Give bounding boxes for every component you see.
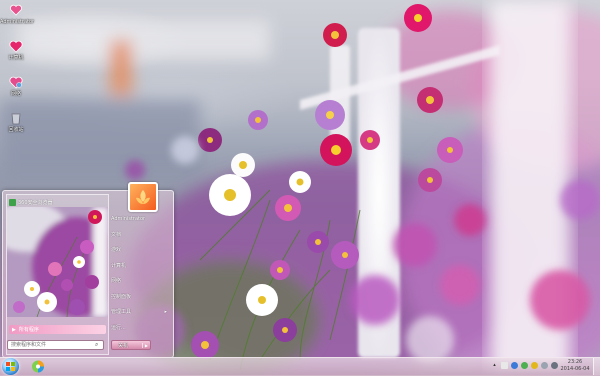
- all-programs-button[interactable]: ▶ 所有程序: [9, 325, 106, 334]
- desktop-icon-label: Administrator: [0, 19, 35, 25]
- shutdown-label: 关机: [118, 342, 129, 349]
- desktop-icon-label: 回收站: [8, 127, 24, 133]
- link-label: 游戏: [111, 247, 122, 254]
- network-icon[interactable]: [541, 362, 548, 369]
- colorful-app-icon: [32, 360, 44, 373]
- link-label: 控制面板: [111, 293, 132, 300]
- link-documents[interactable]: 文档: [111, 227, 169, 243]
- desktop-icon-recycle-bin[interactable]: 回收站: [0, 110, 32, 134]
- taskbar-browser-button[interactable]: [27, 359, 49, 374]
- recycle-bin-icon: [8, 110, 24, 126]
- link-label: 文档: [111, 231, 122, 238]
- link-label: 运行...: [111, 324, 126, 331]
- ime-icon[interactable]: [511, 362, 518, 369]
- start-menu-background-photo: [7, 202, 108, 318]
- desktop-icon-administrator[interactable]: Administrator: [0, 2, 35, 26]
- link-admin-tools[interactable]: 管理工具 ▸: [111, 304, 169, 320]
- desktop-icon-computer[interactable]: 计算机: [0, 38, 32, 62]
- link-computer[interactable]: 计算机: [111, 258, 169, 274]
- start-menu-links: Administrator 文档 游戏 计算机 网络 控制面板 管理工具 ▸ 运行…: [111, 211, 169, 335]
- show-desktop-button[interactable]: [593, 358, 600, 375]
- link-label: 管理工具: [111, 309, 132, 316]
- start-search-box[interactable]: ⌕: [7, 340, 104, 350]
- desktop-icon-label: 网络: [10, 91, 21, 97]
- play-arrow-icon: ▶: [12, 326, 16, 333]
- clock-time: 23:26: [567, 359, 583, 365]
- windows-logo-icon: [6, 362, 15, 371]
- flag-icon[interactable]: [531, 362, 538, 369]
- start-button[interactable]: [2, 358, 19, 375]
- chevron-up-icon[interactable]: ▴: [491, 362, 498, 369]
- link-games[interactable]: 游戏: [111, 242, 169, 258]
- computer-heart-icon: [8, 38, 24, 54]
- link-run[interactable]: 运行...: [111, 320, 169, 336]
- shutdown-options-arrow-icon[interactable]: ▶: [141, 342, 148, 348]
- all-programs-label: 所有程序: [18, 327, 39, 333]
- shutdown-button[interactable]: 关机 ▶: [111, 340, 151, 350]
- shield-icon[interactable]: [521, 362, 528, 369]
- pinned-program-browser[interactable]: 360安全浏览器: [9, 197, 53, 207]
- taskbar: ▴ 23:26 2014-06-04: [0, 357, 600, 376]
- speaker-icon[interactable]: [551, 362, 558, 369]
- start-menu-programs-pane: 360安全浏览器 ▶ 所有程序: [6, 194, 109, 355]
- network-heart-icon: [8, 74, 24, 90]
- folder-heart-icon: [8, 2, 24, 18]
- link-label: 网络: [111, 278, 122, 285]
- search-icon[interactable]: ⌕: [95, 341, 98, 349]
- user-name-link[interactable]: Administrator: [111, 211, 169, 227]
- link-control-panel[interactable]: 控制面板: [111, 289, 169, 305]
- browser-icon: [9, 198, 16, 206]
- start-menu: 360安全浏览器 ▶ 所有程序 搜索程序和文件 ⌕ Administrator …: [2, 182, 174, 358]
- keyboard-icon[interactable]: [501, 362, 508, 369]
- user-avatar[interactable]: [128, 182, 158, 212]
- avatar-image: [136, 190, 150, 204]
- submenu-arrow-icon: ▸: [164, 308, 167, 315]
- clock-date: 2014-06-04: [560, 366, 590, 372]
- link-label: 计算机: [111, 262, 127, 269]
- system-tray: ▴: [491, 362, 558, 369]
- start-search-input[interactable]: [8, 341, 95, 349]
- taskbar-clock[interactable]: 23:26 2014-06-04: [558, 359, 592, 373]
- pinned-program-label: 360安全浏览器: [18, 199, 53, 206]
- desktop-icon-label: 计算机: [8, 55, 24, 61]
- desktop-icon-network[interactable]: 网络: [0, 74, 32, 98]
- link-network[interactable]: 网络: [111, 273, 169, 289]
